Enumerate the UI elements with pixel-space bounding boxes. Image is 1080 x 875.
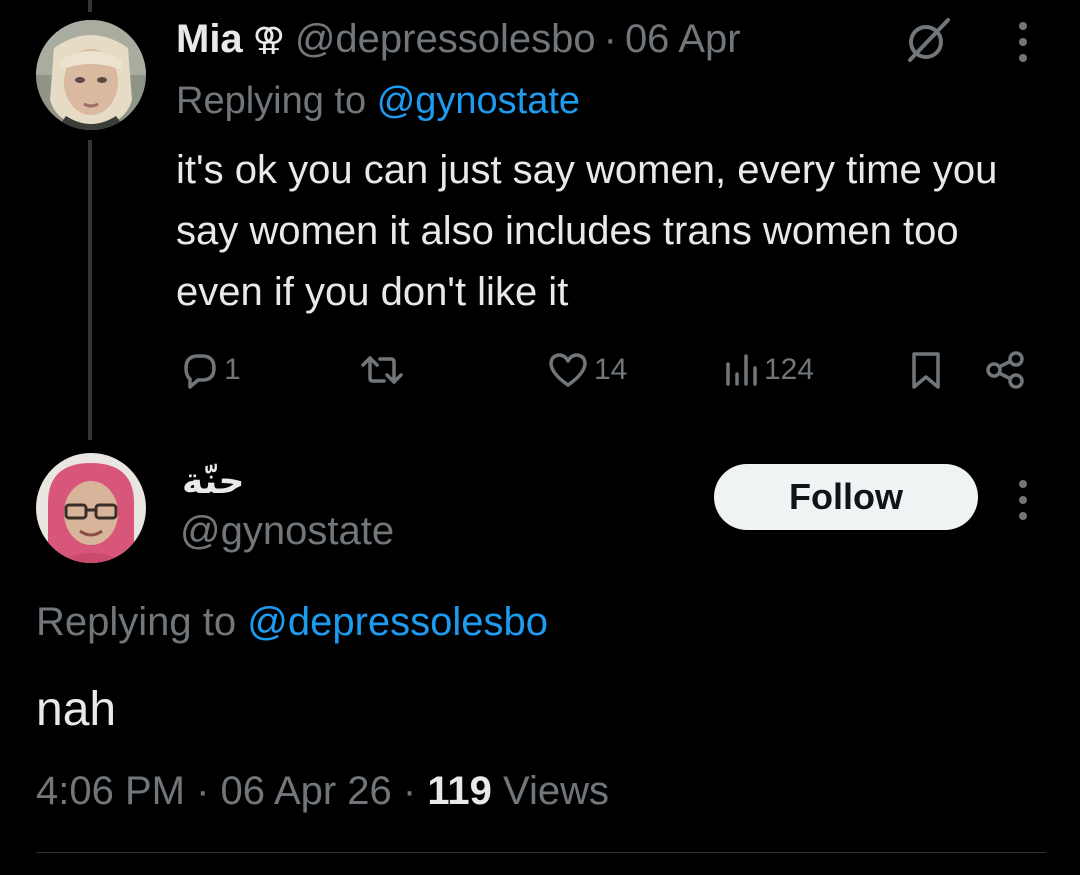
replying-to-line: Replying to @depressolesbo bbox=[36, 596, 548, 648]
reply-button[interactable]: 1 bbox=[176, 345, 241, 395]
avatar[interactable] bbox=[36, 20, 146, 130]
tweet-text: it's ok you can just say women, every ti… bbox=[176, 148, 998, 314]
reply-icon bbox=[176, 348, 220, 392]
heart-icon bbox=[546, 348, 590, 392]
bookmark-button[interactable] bbox=[906, 345, 946, 395]
follow-button[interactable]: Follow bbox=[714, 464, 978, 530]
separator-dot: · bbox=[196, 769, 210, 813]
views-button[interactable]: 124 bbox=[724, 345, 814, 395]
share-icon bbox=[984, 348, 1028, 392]
reply-header: Mia ⚢ @depressolesbo · 06 Apr bbox=[176, 14, 741, 64]
author-symbol: ⚢ bbox=[252, 21, 285, 57]
replying-prefix: Replying to bbox=[176, 80, 367, 122]
grok-icon[interactable] bbox=[902, 14, 954, 66]
thread-connector-top bbox=[88, 0, 92, 12]
thread-connector bbox=[88, 140, 92, 440]
separator-dot: · bbox=[402, 769, 417, 813]
view-count: 124 bbox=[764, 353, 815, 386]
separator-dot: · bbox=[603, 17, 617, 61]
views-icon bbox=[724, 348, 760, 392]
tweet-actions: 1 14 124 bbox=[0, 345, 1080, 395]
tweet-date[interactable]: 06 Apr 26 bbox=[221, 769, 392, 813]
tweet-text: nah bbox=[36, 683, 117, 736]
bookmark-icon bbox=[906, 348, 946, 392]
avatar[interactable] bbox=[36, 453, 146, 563]
replying-to-mention[interactable]: @gynostate bbox=[377, 80, 580, 122]
tweet-date[interactable]: 06 Apr bbox=[625, 14, 741, 64]
reply-count: 1 bbox=[224, 353, 241, 386]
views-count: 119 bbox=[427, 769, 492, 813]
replying-prefix: Replying to bbox=[36, 600, 237, 644]
author-handle[interactable]: @depressolesbo bbox=[295, 14, 596, 64]
retweet-button[interactable] bbox=[358, 345, 406, 395]
author-handle[interactable]: @gynostate bbox=[180, 506, 394, 556]
more-icon[interactable] bbox=[1016, 478, 1030, 522]
author-name[interactable]: حنّة bbox=[182, 456, 244, 506]
divider bbox=[36, 852, 1046, 853]
views-label: Views bbox=[503, 769, 610, 813]
replying-to-mention[interactable]: @depressolesbo bbox=[247, 600, 548, 644]
author-name[interactable]: Mia bbox=[176, 14, 243, 64]
replying-to-line: Replying to @gynostate bbox=[176, 76, 580, 126]
tweet-time[interactable]: 4:06 PM bbox=[36, 769, 185, 813]
share-button[interactable] bbox=[984, 345, 1028, 395]
like-count: 14 bbox=[594, 353, 628, 386]
tweet-thread: Mia ⚢ @depressolesbo · 06 Apr Replying t… bbox=[0, 0, 1080, 875]
more-icon[interactable] bbox=[1016, 20, 1030, 64]
like-button[interactable]: 14 bbox=[546, 345, 627, 395]
tweet-metadata: 4:06 PM · 06 Apr 26 · 119 Views bbox=[36, 765, 609, 817]
retweet-icon bbox=[358, 348, 406, 392]
